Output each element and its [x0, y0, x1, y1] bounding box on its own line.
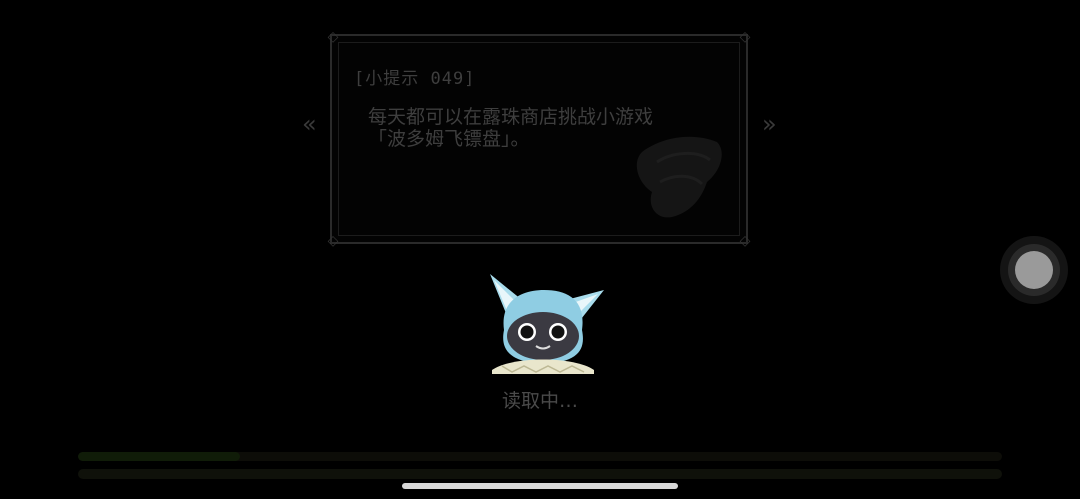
tip-title: [小提示 049]	[354, 69, 476, 89]
secondary-progress-track	[78, 469, 1002, 479]
previous-tip-button[interactable]: «	[302, 110, 317, 138]
loading-text: 读取中…	[501, 390, 578, 412]
ornament-corner-icon: ◇	[739, 29, 751, 45]
loading-progress-bar	[78, 452, 1002, 461]
loading-screen: « ◇ ◇ ◇ ◇ [小提示 049] 每天都可以在露珠商店挑战小游戏 「波多姆…	[0, 0, 1080, 499]
tip-panel: ◇ ◇ ◇ ◇ [小提示 049] 每天都可以在露珠商店挑战小游戏 「波多姆飞镖…	[328, 30, 751, 248]
loading-progress-fill	[78, 452, 240, 461]
ornament-corner-icon: ◇	[327, 29, 339, 45]
mascot-icon	[490, 274, 604, 374]
ornament-corner-icon: ◇	[327, 233, 339, 249]
tip-line-1: 每天都可以在露珠商店挑战小游戏	[368, 106, 654, 128]
dartboard-illustration	[636, 136, 722, 218]
assistive-touch-icon[interactable]	[1000, 236, 1068, 304]
next-tip-button[interactable]: »	[762, 110, 777, 138]
home-indicator[interactable]	[402, 483, 678, 489]
ornament-corner-icon: ◇	[739, 233, 751, 249]
